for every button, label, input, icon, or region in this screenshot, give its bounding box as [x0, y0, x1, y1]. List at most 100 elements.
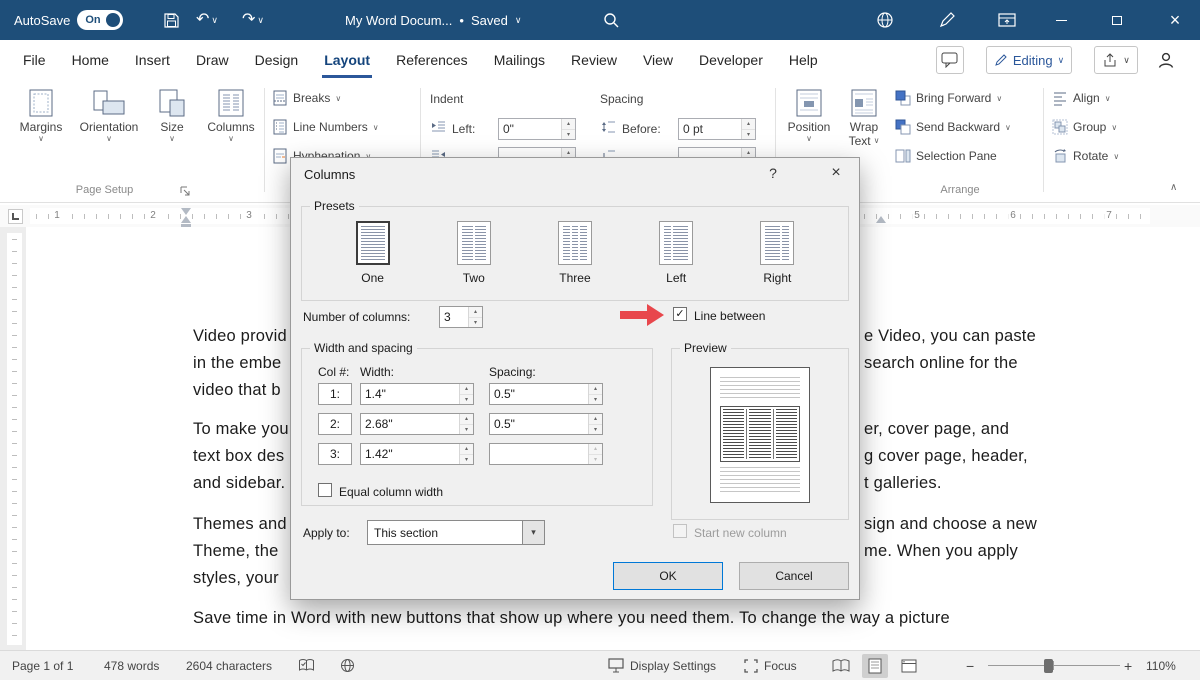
- spin-down-icon[interactable]: ▾: [460, 394, 473, 404]
- collapse-ribbon-button[interactable]: ∧: [1170, 182, 1177, 193]
- language-status-button[interactable]: [340, 651, 355, 680]
- autosave-control[interactable]: AutoSave On: [14, 0, 124, 40]
- tab-references[interactable]: References: [383, 40, 481, 80]
- dialog-close-button[interactable]: ×: [813, 158, 859, 188]
- spin-up-icon[interactable]: ▴: [562, 119, 575, 130]
- line-between-label[interactable]: Line between: [694, 309, 765, 323]
- tab-design[interactable]: Design: [242, 40, 312, 80]
- document-title-control[interactable]: My Word Docum... • Saved ∨: [345, 0, 521, 40]
- indent-left-input[interactable]: 0" ▴ ▾: [498, 118, 576, 140]
- zoom-level[interactable]: 110%: [1146, 651, 1176, 680]
- spin-down-icon[interactable]: ▾: [562, 129, 575, 139]
- col-3-width-input[interactable]: 1.42" ▴ ▾: [360, 443, 474, 465]
- columns-button[interactable]: Columns ∨: [202, 86, 260, 144]
- spin-down-icon[interactable]: ▾: [589, 394, 602, 404]
- display-settings-button[interactable]: Display Settings: [608, 651, 716, 680]
- spacing-before-input[interactable]: 0 pt ▴ ▾: [678, 118, 756, 140]
- dialog-help-button[interactable]: ?: [753, 158, 793, 188]
- line-between-checkbox[interactable]: ✓: [673, 307, 687, 321]
- tab-layout[interactable]: Layout: [311, 40, 383, 80]
- autosave-toggle[interactable]: On: [77, 10, 124, 30]
- minimize-button[interactable]: [1048, 0, 1074, 40]
- hanging-indent-marker[interactable]: [181, 216, 191, 223]
- spin-down-icon[interactable]: ▾: [589, 454, 602, 464]
- equal-column-width-checkbox[interactable]: [318, 483, 332, 497]
- share-button[interactable]: ∨: [1094, 46, 1138, 74]
- align-button[interactable]: Align ∨: [1052, 90, 1111, 106]
- editing-mode-button[interactable]: Editing ∨: [986, 46, 1072, 74]
- selection-pane-button[interactable]: Selection Pane: [895, 148, 997, 164]
- search-button[interactable]: [598, 0, 624, 40]
- character-count[interactable]: 2604 characters: [186, 651, 272, 680]
- dropdown-arrow-icon[interactable]: ▾: [522, 521, 544, 544]
- preset-right[interactable]: Right: [741, 221, 813, 285]
- undo-button[interactable]: ↶: [196, 12, 209, 28]
- col-2-width-input[interactable]: 2.68" ▴ ▾: [360, 413, 474, 435]
- equal-column-width-label[interactable]: Equal column width: [339, 485, 443, 499]
- orientation-button[interactable]: Orientation ∨: [76, 86, 142, 144]
- redo-chevron-icon[interactable]: ∨: [257, 15, 264, 26]
- rotate-button[interactable]: Rotate ∨: [1052, 148, 1119, 164]
- breaks-button[interactable]: Breaks ∨: [272, 90, 341, 106]
- save-button[interactable]: [158, 0, 184, 40]
- close-button[interactable]: ×: [1162, 0, 1188, 40]
- spin-up-icon[interactable]: ▴: [460, 444, 473, 455]
- tab-developer[interactable]: Developer: [686, 40, 776, 80]
- cancel-button[interactable]: Cancel: [739, 562, 849, 590]
- spin-up-icon[interactable]: ▴: [589, 444, 602, 455]
- spin-down-icon[interactable]: ▾: [460, 454, 473, 464]
- spin-up-icon[interactable]: ▴: [742, 119, 755, 130]
- line-numbers-button[interactable]: Line Numbers ∨: [272, 119, 379, 135]
- right-indent-marker[interactable]: [876, 216, 886, 223]
- number-of-columns-input[interactable]: 3 ▴ ▾: [439, 306, 483, 328]
- spin-down-icon[interactable]: ▾: [460, 424, 473, 434]
- size-button[interactable]: Size ∨: [148, 86, 196, 144]
- spin-down-icon[interactable]: ▾: [589, 424, 602, 434]
- spin-down-icon[interactable]: ▾: [469, 317, 482, 327]
- tab-view[interactable]: View: [630, 40, 686, 80]
- tab-mailings[interactable]: Mailings: [481, 40, 558, 80]
- maximize-button[interactable]: [1104, 0, 1130, 40]
- page-indicator[interactable]: Page 1 of 1: [12, 651, 73, 680]
- undo-chevron-icon[interactable]: ∨: [211, 15, 218, 26]
- margins-button[interactable]: Margins ∨: [12, 86, 70, 144]
- tab-home[interactable]: Home: [59, 40, 122, 80]
- col-1-width-input[interactable]: 1.4" ▴ ▾: [360, 383, 474, 405]
- focus-button[interactable]: Focus: [744, 651, 797, 680]
- zoom-out-button[interactable]: −: [966, 651, 974, 680]
- zoom-slider-handle[interactable]: [1044, 659, 1053, 673]
- tab-insert[interactable]: Insert: [122, 40, 183, 80]
- wrap-text-button[interactable]: Wrap Text ∨: [840, 86, 888, 148]
- preset-one[interactable]: One: [337, 221, 409, 285]
- ink-button[interactable]: [934, 0, 960, 40]
- start-new-column-checkbox[interactable]: [673, 524, 687, 538]
- spin-up-icon[interactable]: ▴: [589, 384, 602, 395]
- tab-stop-selector[interactable]: [8, 209, 23, 224]
- send-backward-button[interactable]: Send Backward ∨: [895, 119, 1011, 135]
- spin-down-icon[interactable]: ▾: [742, 129, 755, 139]
- bring-forward-button[interactable]: Bring Forward ∨: [895, 90, 1002, 106]
- preset-three[interactable]: Three: [539, 221, 611, 285]
- redo-button[interactable]: ↷: [242, 12, 255, 28]
- spin-up-icon[interactable]: ▴: [460, 414, 473, 425]
- tab-review[interactable]: Review: [558, 40, 630, 80]
- print-layout-button[interactable]: [862, 653, 888, 678]
- tab-draw[interactable]: Draw: [183, 40, 242, 80]
- read-mode-button[interactable]: [828, 654, 854, 678]
- present-online-button[interactable]: [872, 0, 898, 40]
- first-line-indent-marker[interactable]: [181, 208, 191, 215]
- account-button[interactable]: [1156, 50, 1176, 73]
- tab-help[interactable]: Help: [776, 40, 831, 80]
- preset-left[interactable]: Left: [640, 221, 712, 285]
- web-layout-button[interactable]: [896, 654, 922, 678]
- word-count[interactable]: 478 words: [104, 651, 159, 680]
- group-button[interactable]: Group ∨: [1052, 119, 1117, 135]
- apply-to-dropdown[interactable]: This section ▾: [367, 520, 545, 545]
- col-3-spacing-input[interactable]: ▴ ▾: [489, 443, 603, 465]
- zoom-slider-track[interactable]: [988, 665, 1120, 666]
- preset-two[interactable]: Two: [438, 221, 510, 285]
- ribbon-display-options-button[interactable]: [994, 0, 1020, 40]
- spin-up-icon[interactable]: ▴: [460, 384, 473, 395]
- tab-file[interactable]: File: [10, 40, 59, 80]
- page-setup-dialog-launcher[interactable]: [180, 186, 191, 200]
